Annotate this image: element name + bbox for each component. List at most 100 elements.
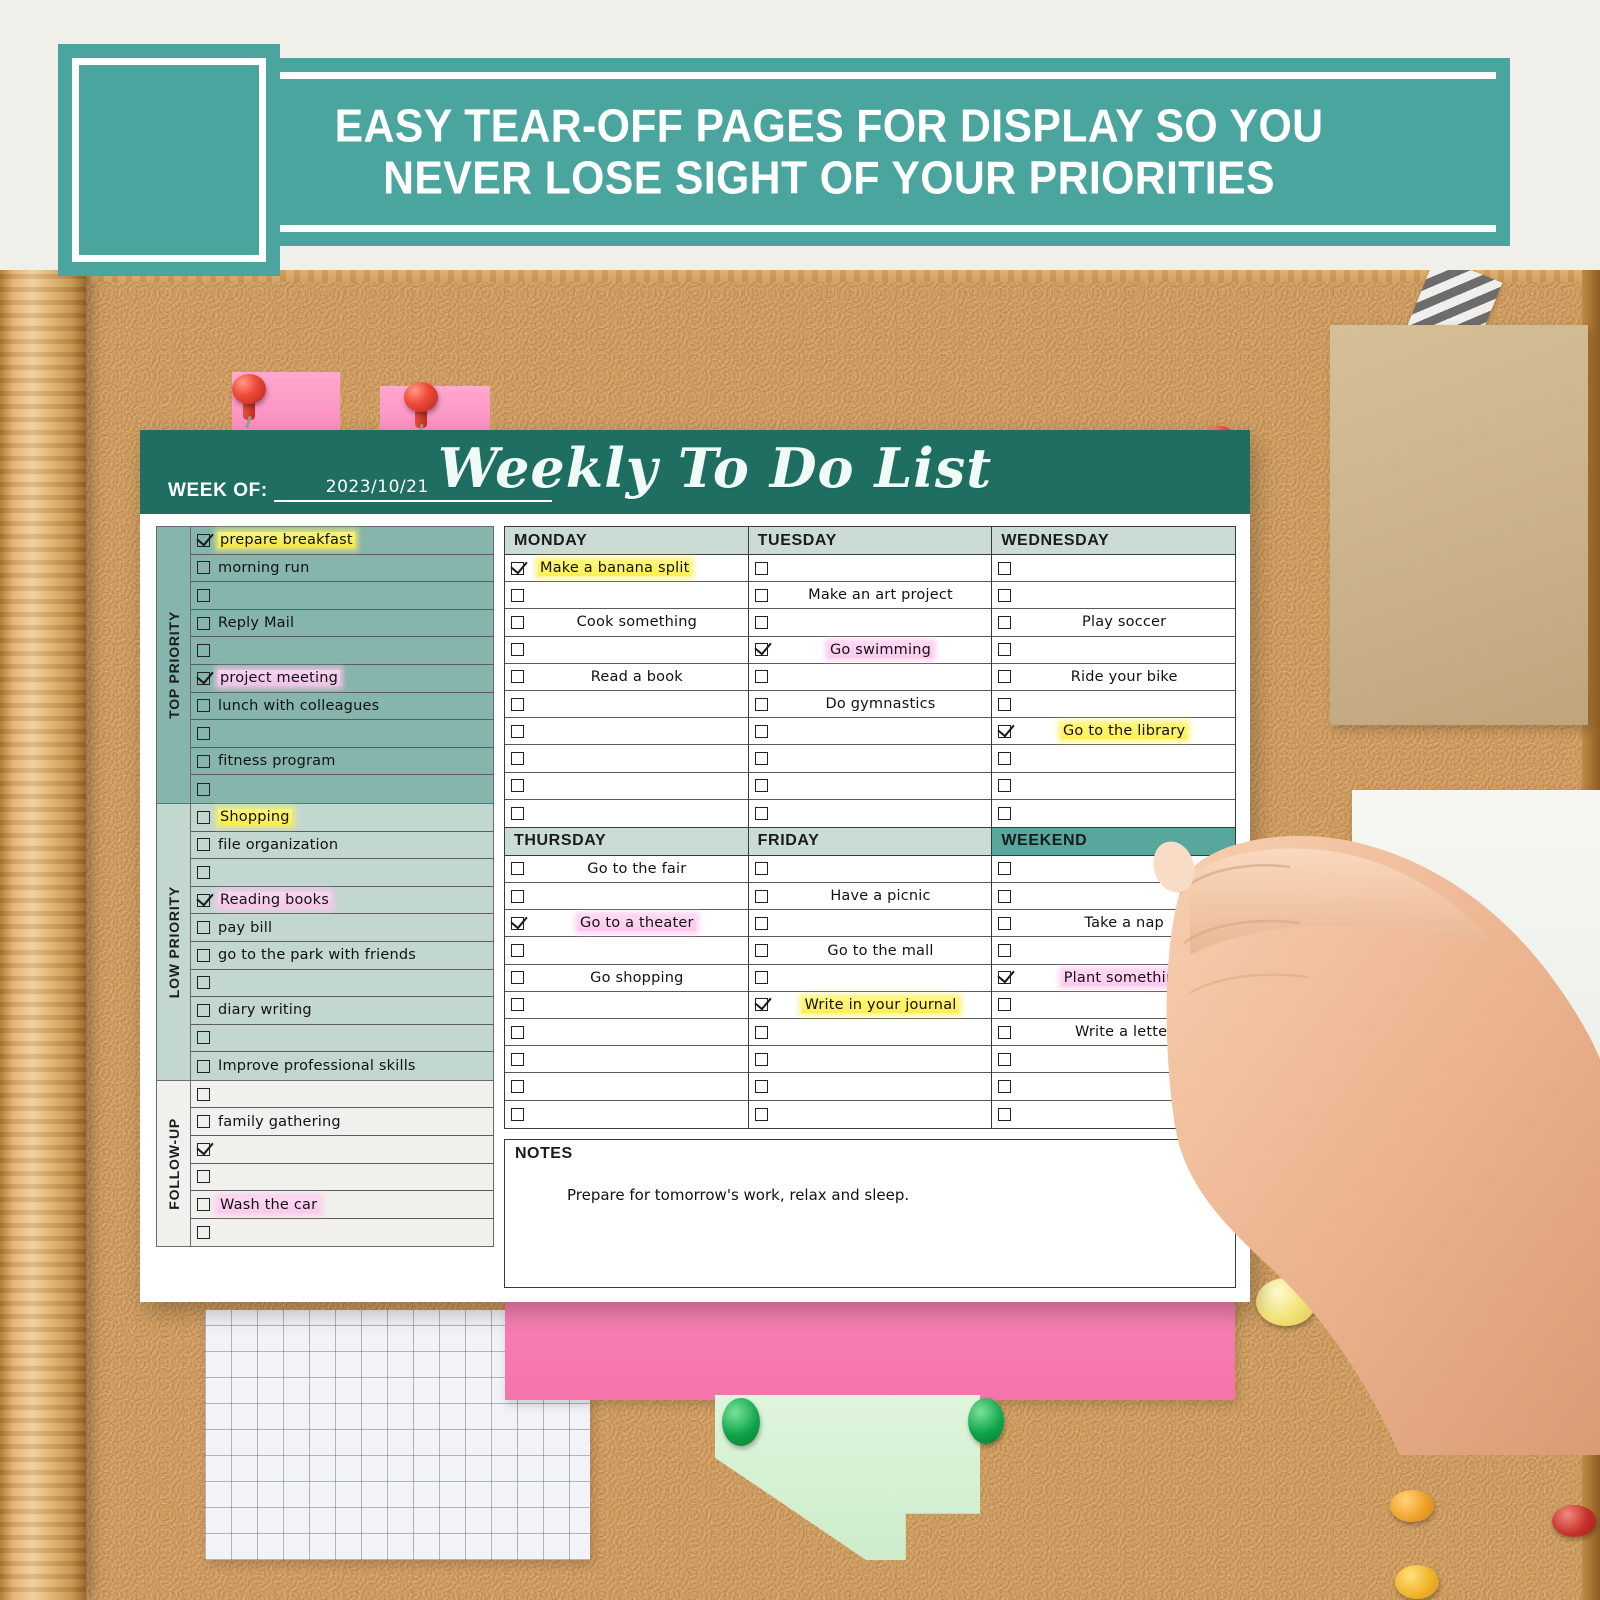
checkbox-icon[interactable] — [197, 948, 210, 962]
checkbox-icon[interactable] — [998, 1107, 1012, 1121]
day-task-row[interactable] — [748, 910, 992, 938]
day-task-row[interactable]: Write in your journal — [748, 992, 992, 1019]
day-task-row[interactable] — [748, 1019, 992, 1047]
checkbox-icon[interactable] — [511, 643, 524, 657]
checkbox-icon[interactable] — [511, 889, 524, 903]
checkbox-icon[interactable] — [998, 779, 1012, 793]
priority-task-row[interactable]: fitness program — [191, 748, 493, 776]
day-task-row[interactable] — [748, 664, 992, 691]
notes-box[interactable]: NOTES Prepare for tomorrow's work, relax… — [504, 1138, 1236, 1288]
checkbox-icon[interactable] — [511, 588, 524, 602]
checkbox-icon[interactable] — [197, 1198, 210, 1212]
priority-task-row[interactable]: lunch with colleagues — [191, 693, 493, 721]
checkbox-icon[interactable] — [998, 862, 1012, 876]
checkbox-checked-icon[interactable] — [754, 643, 768, 657]
day-task-row[interactable]: Have a picnic — [748, 883, 992, 911]
checkbox-checked-icon[interactable] — [511, 561, 524, 575]
checkbox-icon[interactable] — [754, 751, 768, 765]
priority-task-row[interactable]: go to the park with friends — [191, 942, 493, 970]
day-task-row[interactable] — [505, 1101, 748, 1128]
day-task-row[interactable] — [748, 856, 992, 884]
day-task-row[interactable]: Go to a theater — [505, 910, 748, 938]
day-task-row[interactable] — [992, 1046, 1236, 1074]
day-task-row[interactable] — [505, 745, 748, 773]
checkbox-icon[interactable] — [511, 779, 524, 793]
checkbox-icon[interactable] — [754, 1025, 768, 1039]
priority-task-row[interactable]: Wash the car — [191, 1191, 493, 1219]
day-task-row[interactable] — [505, 582, 748, 610]
day-task-row[interactable] — [992, 800, 1235, 827]
day-task-row[interactable] — [748, 745, 992, 773]
checkbox-icon[interactable] — [197, 1226, 210, 1240]
checkbox-icon[interactable] — [511, 615, 524, 629]
checkbox-icon[interactable] — [197, 1115, 210, 1129]
checkbox-icon[interactable] — [754, 862, 768, 876]
priority-task-row[interactable] — [191, 637, 493, 665]
checkbox-icon[interactable] — [197, 1087, 210, 1101]
priority-task-row[interactable]: family gathering — [191, 1108, 493, 1137]
day-task-row[interactable] — [992, 745, 1236, 773]
day-task-row[interactable]: Ride your bike — [992, 664, 1236, 691]
priority-task-row[interactable]: file organization — [191, 832, 493, 860]
day-task-row[interactable]: Go to the mall — [748, 937, 992, 965]
checkbox-icon[interactable] — [998, 751, 1012, 765]
day-task-row[interactable]: Write a letter — [992, 1019, 1236, 1047]
day-task-row[interactable] — [748, 609, 992, 637]
checkbox-icon[interactable] — [197, 976, 210, 990]
checkbox-icon[interactable] — [197, 754, 210, 768]
day-task-row[interactable] — [992, 582, 1236, 610]
checkbox-icon[interactable] — [754, 889, 768, 903]
priority-task-row[interactable] — [191, 1136, 493, 1164]
checkbox-checked-icon[interactable] — [197, 1142, 210, 1156]
day-task-row[interactable] — [748, 1046, 992, 1074]
priority-task-row[interactable] — [191, 1081, 493, 1109]
checkbox-icon[interactable] — [998, 916, 1012, 930]
day-task-row[interactable] — [748, 1073, 992, 1101]
priority-task-row[interactable]: Reply Mail — [191, 610, 493, 638]
day-task-row[interactable]: Plant something — [992, 965, 1236, 992]
checkbox-icon[interactable] — [754, 615, 768, 629]
day-task-row[interactable]: Make an art project — [748, 582, 992, 610]
checkbox-icon[interactable] — [197, 838, 210, 852]
checkbox-icon[interactable] — [197, 644, 210, 658]
day-task-row[interactable] — [505, 718, 748, 746]
checkbox-icon[interactable] — [754, 561, 768, 575]
day-task-row[interactable]: Play soccer — [992, 609, 1236, 637]
checkbox-icon[interactable] — [197, 726, 210, 740]
checkbox-icon[interactable] — [998, 1025, 1012, 1039]
checkbox-icon[interactable] — [998, 643, 1012, 657]
priority-task-row[interactable]: prepare breakfast — [191, 527, 493, 555]
day-task-row[interactable]: Read a book — [505, 664, 748, 691]
checkbox-icon[interactable] — [998, 944, 1012, 958]
priority-task-row[interactable] — [191, 1025, 493, 1053]
day-task-row[interactable] — [992, 773, 1236, 800]
day-task-row[interactable] — [992, 856, 1236, 884]
priority-task-row[interactable] — [191, 1164, 493, 1192]
checkbox-icon[interactable] — [511, 1052, 524, 1066]
day-task-row[interactable] — [505, 883, 748, 911]
checkbox-icon[interactable] — [754, 916, 768, 930]
checkbox-icon[interactable] — [197, 1031, 210, 1045]
day-task-row[interactable]: Make a banana split — [505, 555, 748, 583]
day-task-row[interactable] — [505, 992, 748, 1019]
day-task-row[interactable] — [505, 691, 748, 719]
checkbox-icon[interactable] — [754, 971, 768, 985]
checkbox-icon[interactable] — [754, 806, 768, 820]
checkbox-icon[interactable] — [197, 588, 210, 602]
checkbox-icon[interactable] — [197, 810, 210, 824]
checkbox-icon[interactable] — [197, 865, 210, 879]
day-task-row[interactable]: Go swimming — [748, 637, 992, 664]
checkbox-icon[interactable] — [998, 1052, 1012, 1066]
checkbox-icon[interactable] — [754, 1107, 768, 1121]
day-task-row[interactable] — [992, 1101, 1235, 1128]
day-task-row[interactable]: Go shopping — [505, 965, 748, 992]
checkbox-icon[interactable] — [197, 782, 210, 796]
priority-task-row[interactable]: Improve professional skills — [191, 1052, 493, 1080]
day-task-row[interactable] — [992, 1073, 1236, 1101]
checkbox-icon[interactable] — [511, 944, 524, 958]
checkbox-icon[interactable] — [754, 944, 768, 958]
checkbox-icon[interactable] — [511, 670, 524, 684]
checkbox-icon[interactable] — [998, 1079, 1012, 1093]
day-task-row[interactable] — [748, 718, 992, 746]
checkbox-icon[interactable] — [998, 670, 1012, 684]
